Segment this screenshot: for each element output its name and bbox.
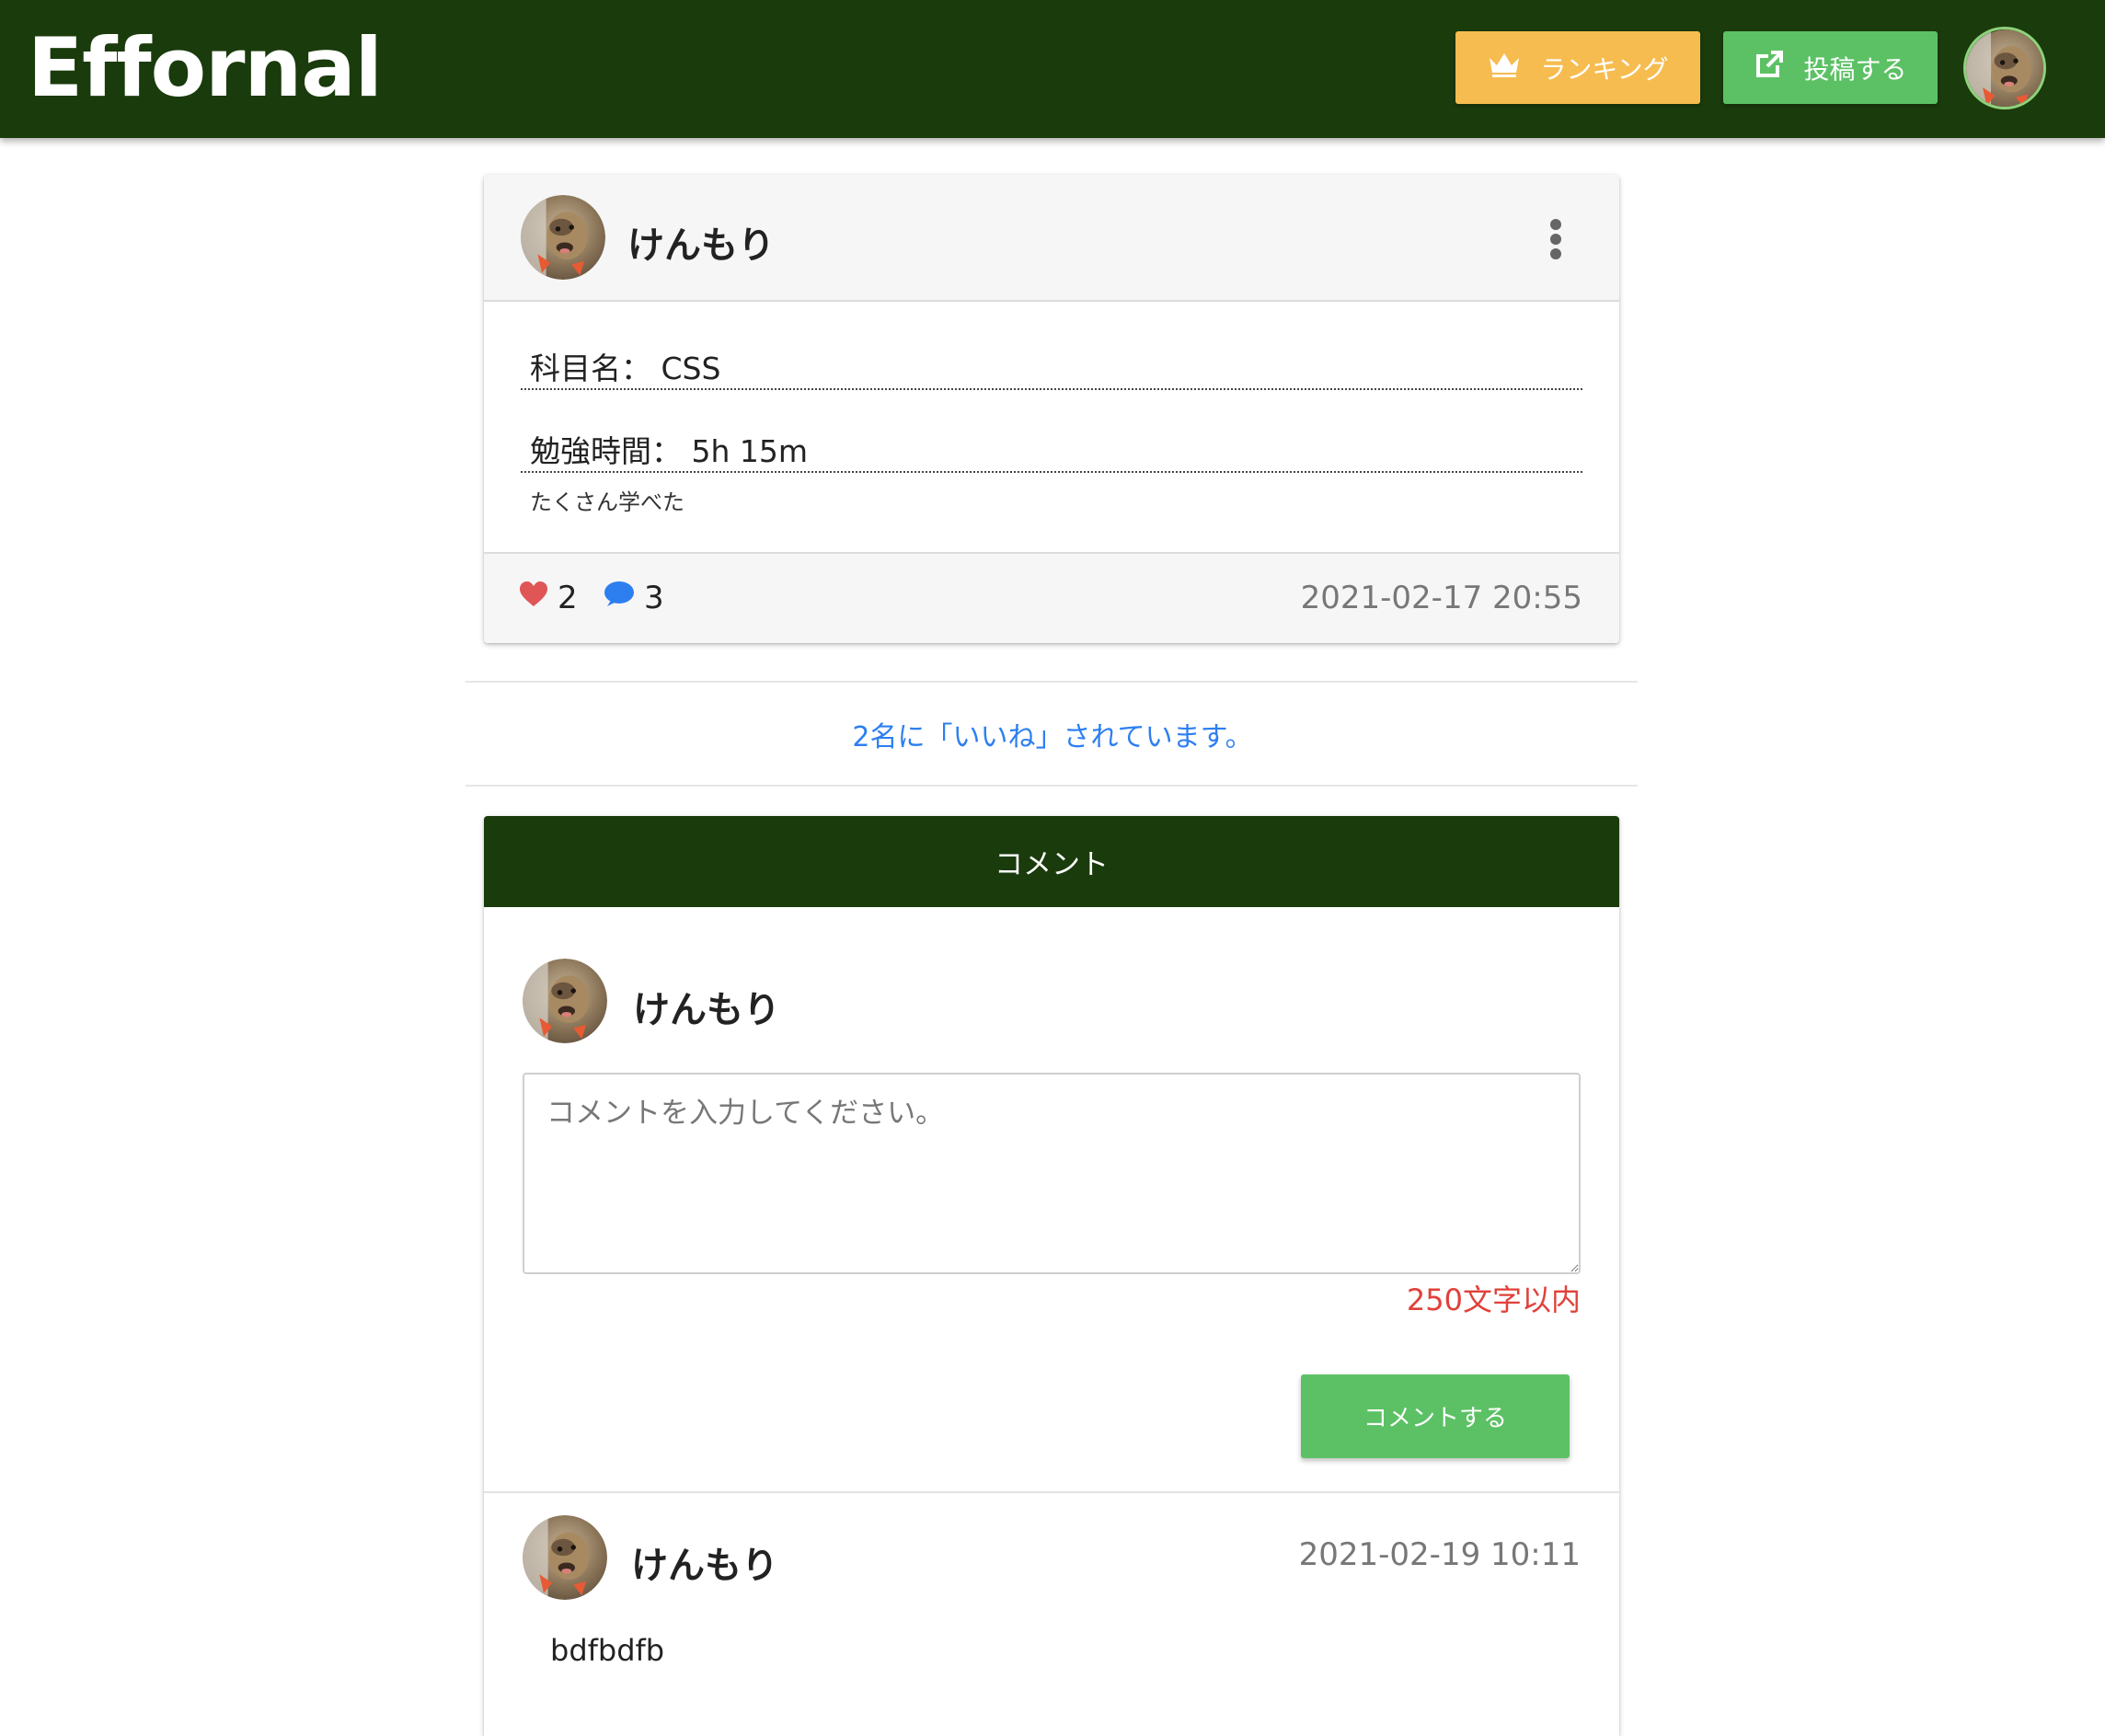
- divider: [484, 1491, 1619, 1493]
- composer-avatar[interactable]: [523, 959, 607, 1043]
- crown-icon: [1487, 51, 1522, 85]
- comment-count-button[interactable]: 3: [604, 580, 664, 616]
- avatar: [1966, 29, 2046, 109]
- study-time-label: 勉強時間：: [530, 433, 682, 469]
- divider: [466, 681, 1638, 683]
- post-timestamp: 2021-02-17 20:55: [1300, 580, 1582, 616]
- comment-panel-title: コメント: [484, 816, 1619, 907]
- post-card-header: けんもり: [484, 175, 1619, 302]
- comment-body: bdfbdfb: [550, 1633, 665, 1668]
- more-options-icon[interactable]: [1549, 219, 1562, 259]
- ranking-label: ランキング: [1540, 53, 1669, 85]
- author-avatar[interactable]: [521, 195, 605, 280]
- study-time-value: 5h 15m: [691, 433, 809, 469]
- post-memo: たくさん学べた: [530, 489, 684, 515]
- brand-logo[interactable]: Effornal: [28, 20, 383, 116]
- comment-input[interactable]: [523, 1073, 1581, 1274]
- subject-value: CSS: [661, 351, 721, 386]
- subject-label: 科目名：: [530, 351, 651, 386]
- comment-submit-button[interactable]: コメントする: [1301, 1374, 1570, 1458]
- composer-name[interactable]: けんもり: [633, 980, 780, 1033]
- commenter-avatar[interactable]: [523, 1515, 607, 1600]
- like-button[interactable]: 2: [519, 580, 578, 616]
- comment-panel: コメント けんもり 250文字以内 コメントする けんもり 2021-02-19…: [484, 816, 1619, 1736]
- char-limit-note: 250文字以内: [1406, 1282, 1581, 1317]
- post-card-footer: 2 3 2021-02-17 20:55: [484, 552, 1619, 643]
- divider: [466, 785, 1638, 787]
- like-count: 2: [558, 580, 578, 616]
- user-avatar[interactable]: [1963, 27, 2046, 109]
- post-label: 投稿する: [1803, 53, 1907, 85]
- liked-by-link[interactable]: 2名に「いいね」されています。: [0, 714, 2105, 754]
- author-name[interactable]: けんもり: [627, 215, 775, 269]
- ranking-button[interactable]: ランキング: [1455, 31, 1700, 104]
- heart-icon: [519, 580, 548, 616]
- comment-count: 3: [644, 580, 664, 616]
- comment-bubble-icon: [604, 580, 635, 616]
- comment-timestamp: 2021-02-19 10:11: [1298, 1536, 1581, 1573]
- external-link-icon: [1754, 49, 1785, 86]
- post-button[interactable]: 投稿する: [1723, 31, 1938, 104]
- commenter-name[interactable]: けんもり: [631, 1535, 778, 1589]
- study-time-row: 勉強時間： 5h 15m: [521, 427, 1582, 473]
- navbar: Effornal ランキング 投稿する: [0, 0, 2105, 138]
- post-card: けんもり 科目名： CSS 勉強時間： 5h 15m たくさん学べた 2 3 2…: [484, 175, 1619, 643]
- subject-row: 科目名： CSS: [521, 344, 1582, 390]
